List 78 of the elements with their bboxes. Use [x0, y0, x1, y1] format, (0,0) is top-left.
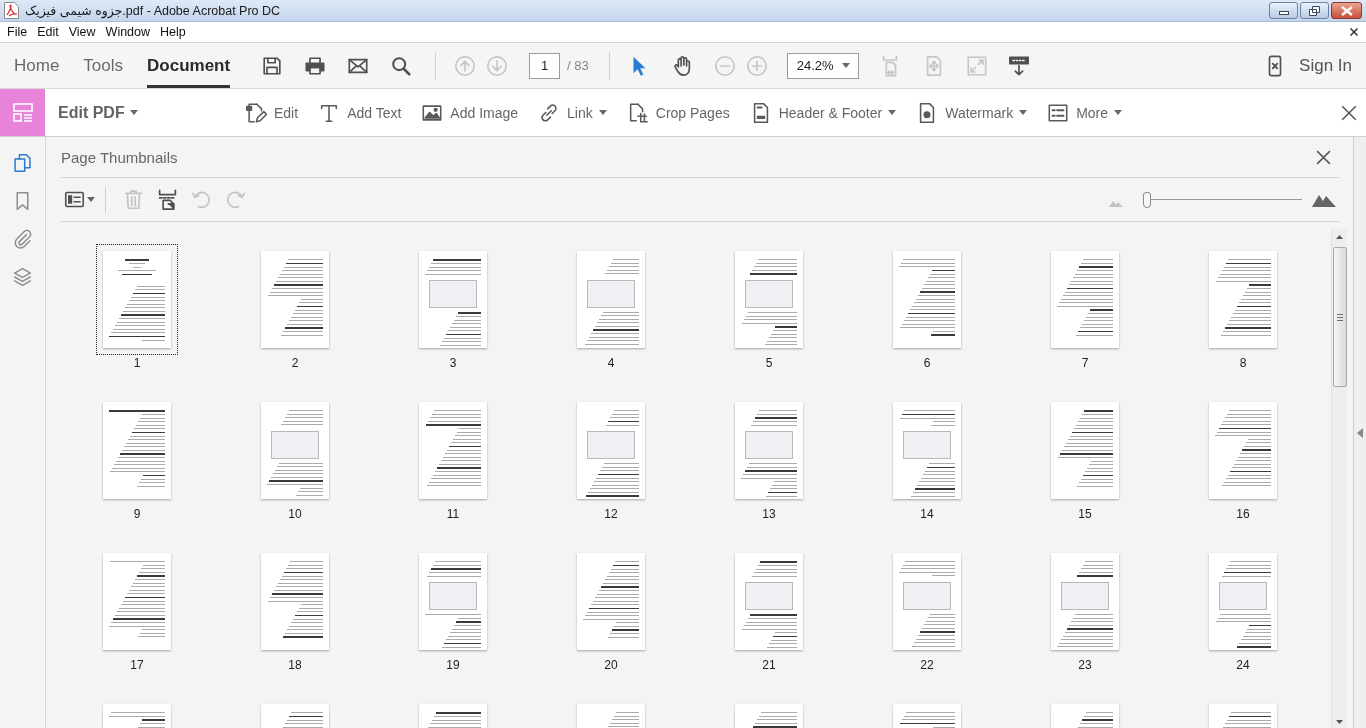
insert-pages-icon[interactable]: [157, 189, 178, 210]
caret-icon: [87, 197, 95, 202]
page-number-label: 13: [762, 508, 776, 520]
minimize-button[interactable]: [1269, 2, 1298, 19]
close-icon[interactable]: [1340, 103, 1358, 122]
page-number-label: 15: [1078, 508, 1092, 520]
close-button[interactable]: [1331, 2, 1362, 19]
page-number-label: 5: [765, 357, 773, 369]
save-icon[interactable]: [261, 54, 283, 77]
page-number-label: 18: [288, 659, 302, 671]
page-number-label: 24: [1236, 659, 1250, 671]
zoom-dropdown[interactable]: 24.2%: [786, 52, 859, 79]
view-options-button[interactable]: [64, 189, 95, 210]
page-number-label: 2: [291, 357, 299, 369]
scroll-up-icon[interactable]: [1336, 235, 1343, 239]
left-arrow-icon[interactable]: [1357, 427, 1363, 438]
header-footer-button[interactable]: Header & Footer: [749, 101, 897, 124]
page-number-label: 19: [446, 659, 460, 671]
minimize-icon: [1278, 11, 1289, 15]
page-number-label: 1: [133, 357, 141, 369]
crop-pages-button[interactable]: Crop Pages: [626, 101, 730, 124]
edit-button[interactable]: Edit: [245, 101, 299, 124]
add-text-button[interactable]: Add Text: [318, 101, 402, 124]
page-number-label: 7: [1081, 357, 1089, 369]
slider-thumb[interactable]: [1143, 191, 1151, 208]
page-number-label: 16: [1236, 508, 1250, 520]
page-number-label: 3: [449, 357, 457, 369]
search-icon[interactable]: [390, 54, 412, 77]
menu-item[interactable]: Window: [100, 23, 156, 41]
page-number-label: 9: [133, 508, 141, 520]
menu-item[interactable]: Edit: [32, 23, 64, 41]
edit-pdf-menu[interactable]: Edit PDF: [58, 103, 138, 122]
page-number-label: 11: [446, 508, 460, 520]
page-pencil-icon: [245, 101, 267, 124]
page-number-label: 17: [130, 659, 144, 671]
page-number-label: 20: [604, 659, 618, 671]
close-icon: [1340, 5, 1353, 16]
page-number-label: 21: [762, 659, 776, 671]
more-button[interactable]: More: [1047, 101, 1123, 124]
page-count: / 83: [567, 58, 589, 73]
printer-icon[interactable]: [304, 54, 326, 77]
nav-tab[interactable]: Tools: [83, 43, 124, 88]
list-icon: [64, 189, 85, 210]
page-thumbnail[interactable]: [96, 244, 178, 355]
window-title: جزوه شیمی فیزیک.pdf - Adobe Acrobat Pro DC: [25, 3, 281, 18]
page-number-label: 23: [1078, 659, 1092, 671]
page-number-label: 12: [604, 508, 618, 520]
page-number-label: 14: [920, 508, 934, 520]
add-image-button[interactable]: Add Image: [421, 101, 519, 124]
vertical-scrollbar[interactable]: [1331, 229, 1347, 728]
menu-item[interactable]: View: [63, 23, 101, 41]
nav-tab[interactable]: Home: [14, 43, 60, 88]
watermark-button[interactable]: Watermark: [916, 101, 1028, 124]
caret-icon: [129, 110, 138, 115]
sign-in-button[interactable]: Sign In: [1299, 55, 1352, 76]
close-icon[interactable]: [1315, 148, 1332, 166]
link-button[interactable]: Link: [538, 101, 607, 124]
layers-icon[interactable]: [12, 266, 33, 288]
menu-item[interactable]: Help: [155, 23, 191, 41]
pages-icon[interactable]: [12, 152, 33, 174]
page-number-label: 6: [923, 357, 931, 369]
page-number-field[interactable]: 1: [529, 52, 560, 79]
page-number-label: 8: [1239, 357, 1247, 369]
dotted-bar-arrow-icon[interactable]: [1007, 54, 1030, 77]
scrollbar-thumb[interactable]: [1332, 247, 1347, 387]
menu-item[interactable]: File: [2, 23, 33, 41]
restore-icon: [1309, 5, 1320, 16]
panel-title: Page Thumbnails: [61, 148, 178, 166]
page-number-label: 10: [288, 508, 302, 520]
list-icon: [1047, 101, 1070, 124]
caret-icon: [841, 63, 850, 68]
scroll-down-icon[interactable]: [1336, 720, 1343, 724]
pdf-file-icon: [4, 2, 19, 19]
restore-button[interactable]: [1300, 2, 1329, 19]
close-icon[interactable]: [1350, 28, 1358, 36]
page-number-label: 4: [607, 357, 615, 369]
paperclip-icon[interactable]: [12, 228, 33, 250]
page-number-label: 22: [920, 659, 934, 671]
